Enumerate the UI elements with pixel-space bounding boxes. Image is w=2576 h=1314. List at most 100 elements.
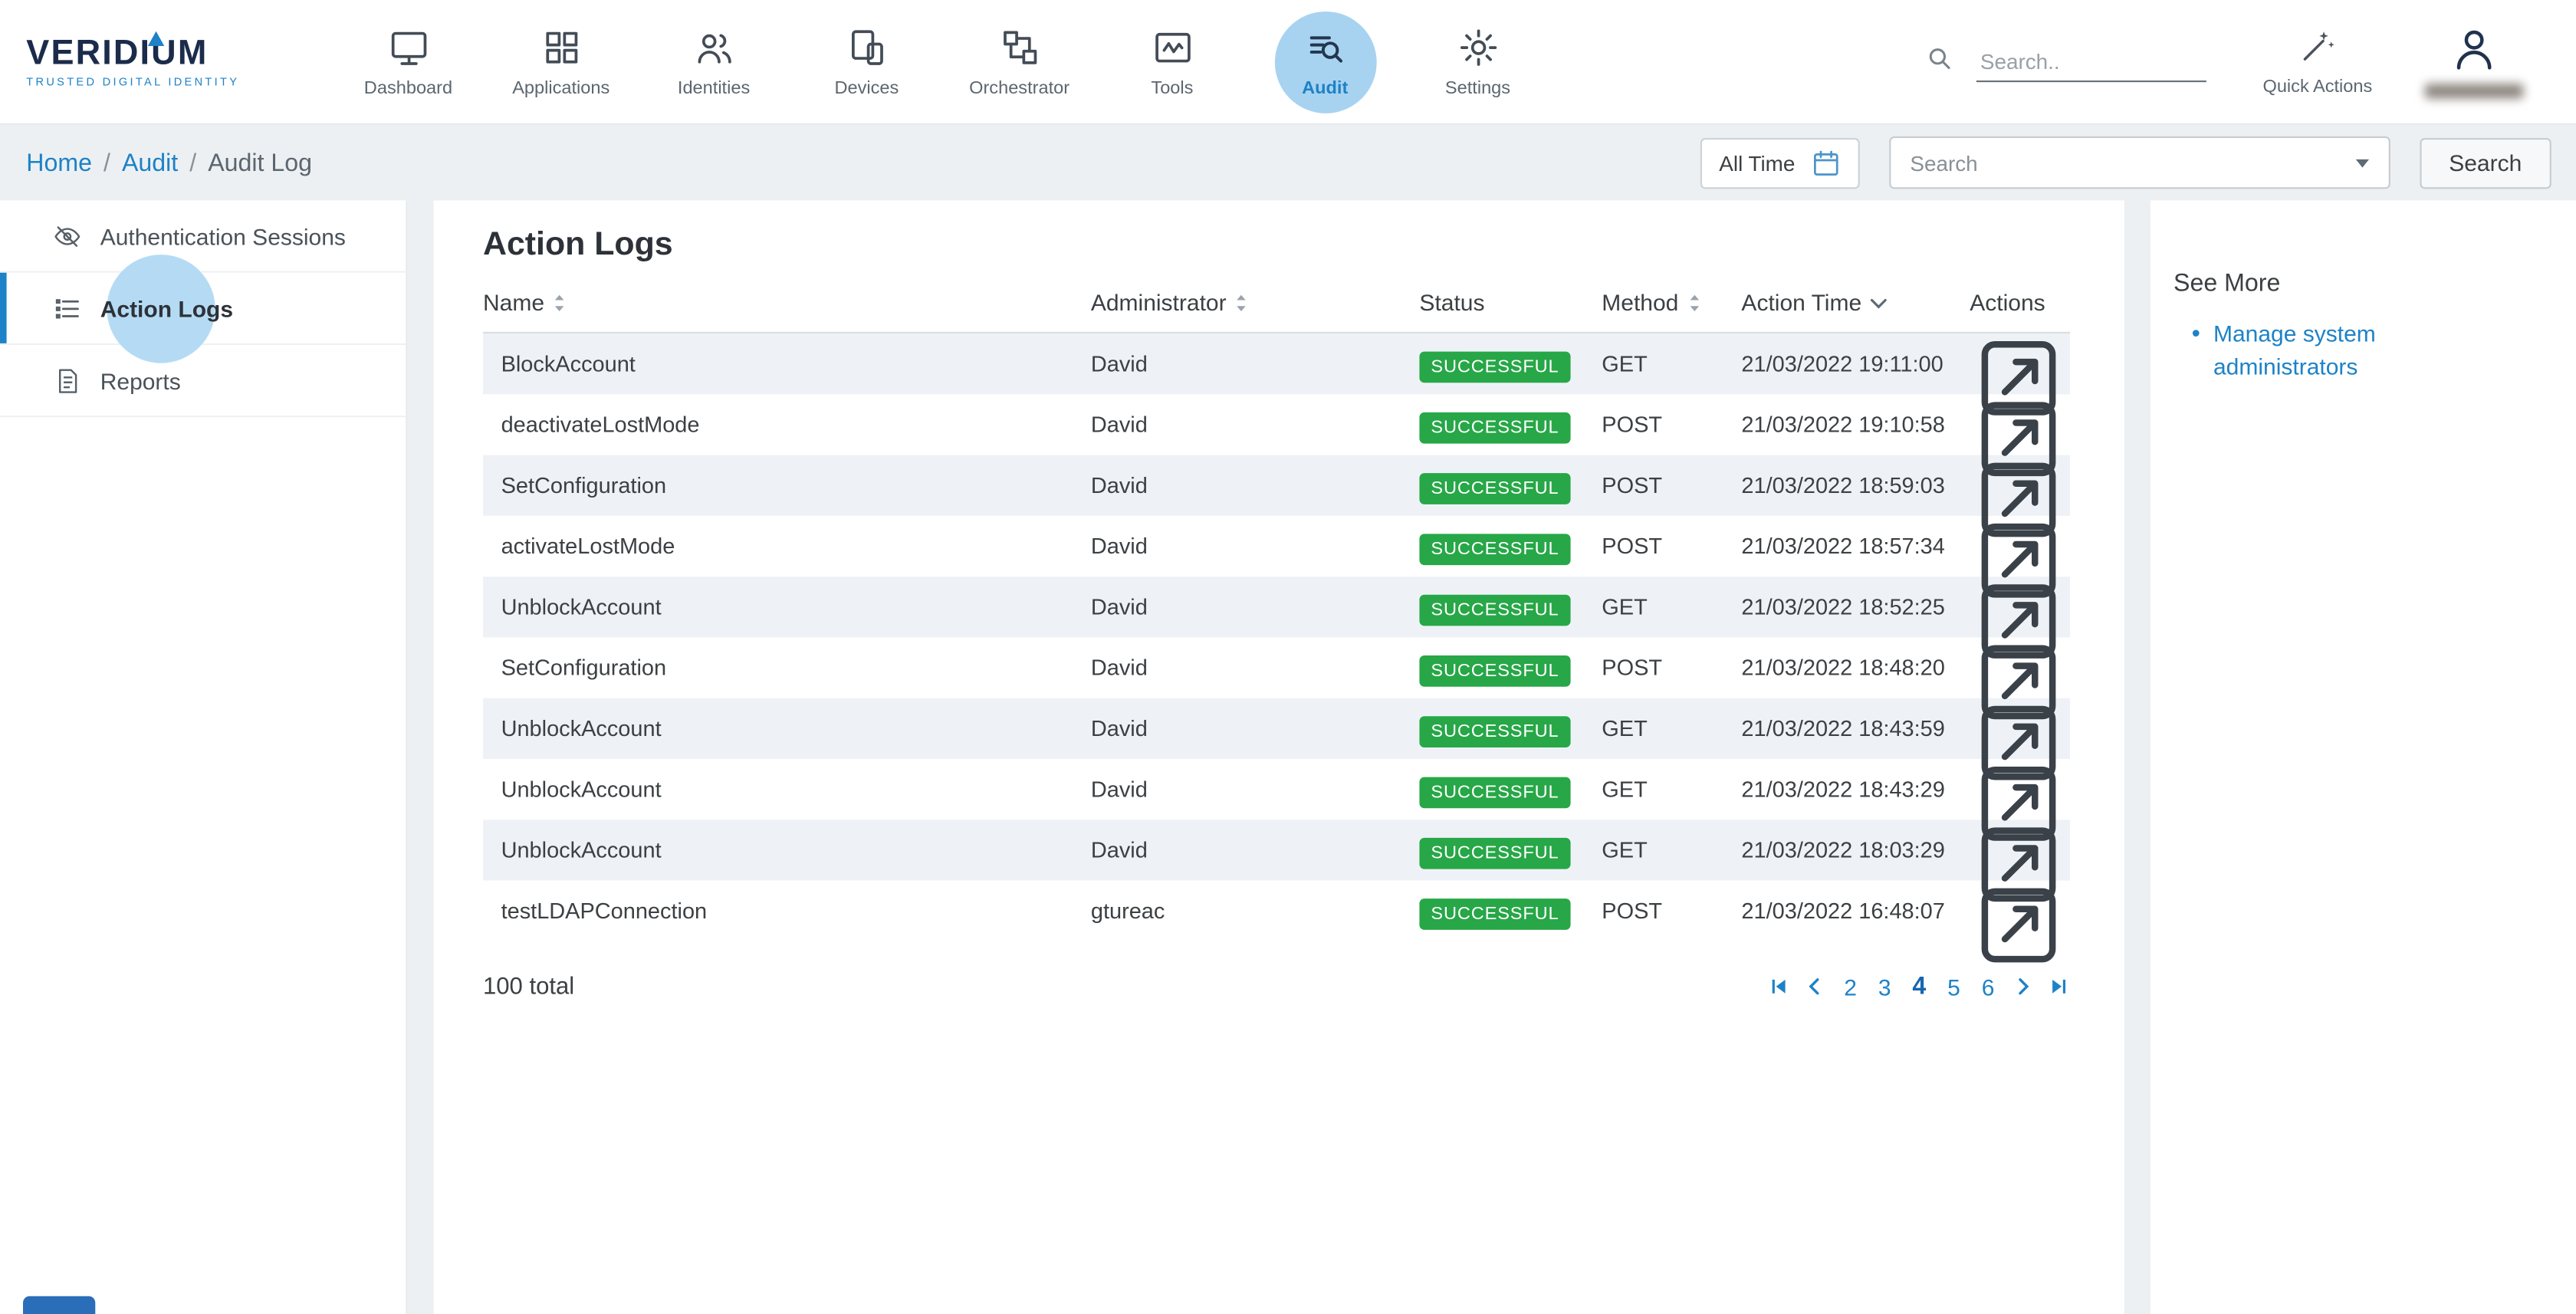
table-row[interactable]: SetConfiguration David SUCCESSFUL POST 2… (483, 637, 2070, 698)
cell-action-time: 21/03/2022 18:03:29 (1741, 838, 1970, 862)
sidebar-item-label: Action Logs (100, 295, 233, 321)
veridium-logo[interactable]: VERIDIUM TRUSTED DIGITAL IDENTITY (26, 35, 302, 88)
breadcrumb-audit-link[interactable]: Audit (122, 149, 178, 176)
table-row[interactable]: BlockAccount David SUCCESSFUL GET 21/03/… (483, 333, 2070, 394)
cell-name: UnblockAccount (483, 777, 1091, 802)
nav-label: Tools (1151, 78, 1193, 98)
sidebar-item-action-logs[interactable]: Action Logs (0, 273, 406, 345)
nav-label: Settings (1445, 78, 1510, 98)
cell-name: SetConfiguration (483, 473, 1091, 498)
nav-label: Audit (1302, 78, 1348, 98)
cell-administrator: gtureac (1091, 898, 1420, 923)
search-filter-placeholder: Search (1910, 150, 1977, 175)
app-root: VERIDIUM TRUSTED DIGITAL IDENTITY Dashbo… (0, 0, 2576, 1314)
cell-method: POST (1602, 534, 1741, 558)
nav-label: Orchestrator (969, 78, 1070, 98)
cell-method: GET (1602, 352, 1741, 376)
pagination-first-icon[interactable] (1769, 976, 1790, 997)
list-icon (53, 294, 83, 324)
identities-icon (692, 25, 735, 68)
status-badge: SUCCESSFUL (1419, 655, 1570, 686)
nav-item-identities[interactable]: Identities (637, 0, 790, 124)
breadcrumb-home-link[interactable]: Home (26, 149, 92, 176)
table-row[interactable]: UnblockAccount David SUCCESSFUL GET 21/0… (483, 759, 2070, 820)
pagination-page[interactable]: 3 (1875, 974, 1894, 1000)
cell-status: SUCCESSFUL (1419, 655, 1602, 680)
column-header-name[interactable]: Name (483, 289, 1091, 315)
search-button[interactable]: Search (2420, 137, 2551, 188)
breadcrumb-current: Audit Log (208, 149, 312, 176)
status-badge: SUCCESSFUL (1419, 472, 1570, 504)
orchestrator-icon (998, 25, 1041, 68)
cell-status: SUCCESSFUL (1419, 534, 1602, 558)
search-icon[interactable] (1926, 44, 1953, 71)
status-badge: SUCCESSFUL (1419, 412, 1570, 443)
cell-administrator: David (1091, 595, 1420, 619)
sidebar-item-authentication-sessions[interactable]: Authentication Sessions (0, 200, 406, 272)
pagination-page-current[interactable]: 4 (1909, 973, 1929, 1000)
cell-action-time: 21/03/2022 16:48:07 (1741, 898, 1970, 923)
nav-item-settings[interactable]: Settings (1401, 0, 1554, 124)
column-header-method[interactable]: Method (1602, 289, 1741, 315)
table-row[interactable]: UnblockAccount David SUCCESSFUL GET 21/0… (483, 820, 2070, 880)
cell-method: POST (1602, 898, 1741, 923)
document-icon (53, 366, 83, 396)
cell-status: SUCCESSFUL (1419, 412, 1602, 437)
pagination-page[interactable]: 6 (1978, 974, 1997, 1000)
nav-item-orchestrator[interactable]: Orchestrator (943, 0, 1096, 124)
list-item: • Manage system administrators (2192, 319, 2553, 384)
quick-actions[interactable]: Quick Actions (2262, 26, 2372, 97)
logo-triangle-icon (148, 32, 164, 47)
table-row[interactable]: activateLostMode David SUCCESSFUL POST 2… (483, 516, 2070, 577)
cell-status: SUCCESSFUL (1419, 838, 1602, 862)
search-filter-dropdown[interactable]: Search (1889, 136, 2390, 189)
manage-system-administrators-link[interactable]: Manage system administrators (2213, 319, 2386, 384)
cell-name: testLDAPConnection (483, 898, 1091, 923)
user-menu[interactable] (2425, 25, 2524, 98)
table-row[interactable]: SetConfiguration David SUCCESSFUL POST 2… (483, 455, 2070, 516)
pagination-prev-icon[interactable] (1805, 976, 1826, 997)
global-search-input[interactable] (1977, 42, 2207, 81)
nav-label: Devices (834, 78, 899, 98)
calendar-icon (1810, 147, 1842, 179)
column-header-administrator[interactable]: Administrator (1091, 289, 1420, 315)
topbar-right: Quick Actions (1926, 25, 2550, 98)
pagination-next-icon[interactable] (2013, 976, 2034, 997)
cell-status: SUCCESSFUL (1419, 352, 1602, 376)
table-row[interactable]: UnblockAccount David SUCCESSFUL GET 21/0… (483, 577, 2070, 637)
cell-actions (1970, 849, 2070, 974)
content-area: Authentication Sessions Action Logs Repo… (0, 200, 2576, 1314)
cell-name: activateLostMode (483, 534, 1091, 558)
nav-item-applications[interactable]: Applications (485, 0, 637, 124)
column-header-action-time[interactable]: Action Time (1741, 289, 1970, 315)
table-row[interactable]: deactivateLostMode David SUCCESSFUL POST… (483, 394, 2070, 455)
nav-item-devices[interactable]: Devices (790, 0, 943, 124)
cell-name: UnblockAccount (483, 595, 1091, 619)
column-label: Method (1602, 289, 1678, 315)
nav-item-audit[interactable]: Audit (1249, 0, 1401, 124)
open-log-icon[interactable] (1970, 873, 2070, 974)
cell-name: BlockAccount (483, 352, 1091, 376)
table-row[interactable]: testLDAPConnection gtureac SUCCESSFUL PO… (483, 881, 2070, 941)
see-more-title: See More (2174, 269, 2553, 297)
breadcrumb: Home / Audit / Audit Log (26, 149, 312, 176)
sidebar-item-reports[interactable]: Reports (0, 345, 406, 417)
cell-status: SUCCESSFUL (1419, 716, 1602, 741)
pagination-page[interactable]: 5 (1944, 974, 1963, 1000)
cell-name: UnblockAccount (483, 716, 1091, 741)
nav-item-tools[interactable]: Tools (1096, 0, 1248, 124)
pagination-last-icon[interactable] (2049, 976, 2070, 997)
cell-action-time: 21/03/2022 19:10:58 (1741, 412, 1970, 437)
column-label: Action Time (1741, 289, 1861, 315)
pagination-page[interactable]: 2 (1841, 974, 1860, 1000)
cell-action-time: 21/03/2022 18:52:25 (1741, 595, 1970, 619)
table-footer: 100 total 2 3 4 5 6 (483, 973, 2070, 1000)
primary-nav: Dashboard Applications Identities Device… (332, 0, 1554, 124)
action-logs-panel: Action Logs Name Administrator Status Me… (434, 200, 2124, 1314)
nav-item-dashboard[interactable]: Dashboard (332, 0, 485, 124)
time-range-button[interactable]: All Time (1701, 137, 1859, 188)
partially-visible-widget[interactable] (23, 1296, 95, 1314)
table-body: BlockAccount David SUCCESSFUL GET 21/03/… (483, 333, 2070, 941)
table-row[interactable]: UnblockAccount David SUCCESSFUL GET 21/0… (483, 698, 2070, 759)
status-badge: SUCCESSFUL (1419, 715, 1570, 747)
